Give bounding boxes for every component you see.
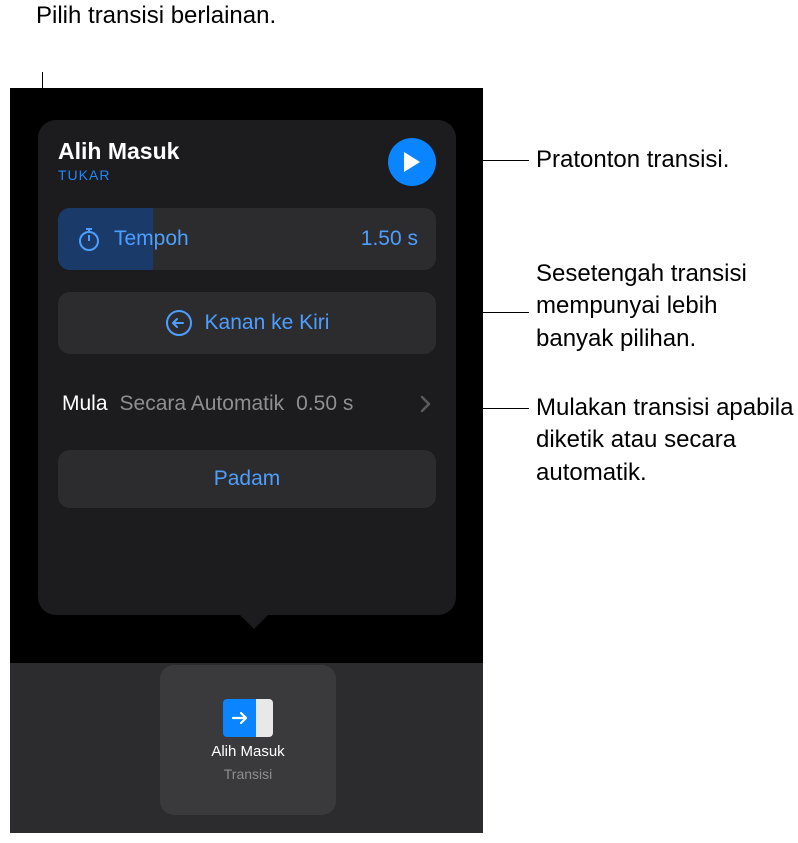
direction-row[interactable]: Kanan ke Kiri bbox=[58, 292, 436, 354]
start-key: Mula bbox=[62, 392, 108, 416]
thumb-subtitle: Transisi bbox=[224, 766, 273, 782]
callout-top-left: Pilih transisi berlainan. bbox=[36, 0, 296, 32]
delete-button[interactable]: Padam bbox=[58, 450, 436, 508]
start-mode: Secara Automatik bbox=[120, 392, 285, 416]
transition-icon bbox=[223, 699, 273, 737]
callout-start: Mulakan transisi apabila diketik atau se… bbox=[536, 392, 794, 489]
popover-title: Alih Masuk bbox=[58, 138, 179, 165]
transition-popover: Alih Masuk TUKAR Tempoh 1.50 s bbox=[38, 120, 456, 615]
duration-label: Tempoh bbox=[114, 227, 349, 251]
slide-thumbnail[interactable]: Alih Masuk Transisi bbox=[160, 665, 336, 815]
start-transition-row[interactable]: Mula Secara Automatik 0.50 s bbox=[58, 382, 436, 426]
play-icon bbox=[402, 151, 422, 173]
start-delay: 0.50 s bbox=[296, 392, 353, 416]
duration-slider-row[interactable]: Tempoh 1.50 s bbox=[58, 208, 436, 270]
chevron-right-icon bbox=[420, 395, 432, 413]
callout-preview: Pratonton transisi. bbox=[536, 144, 729, 176]
duration-value: 1.50 s bbox=[361, 227, 418, 251]
direction-label: Kanan ke Kiri bbox=[205, 311, 330, 335]
preview-play-button[interactable] bbox=[388, 138, 436, 186]
stopwatch-icon bbox=[76, 226, 102, 252]
thumb-title: Alih Masuk bbox=[211, 743, 284, 760]
delete-label: Padam bbox=[214, 467, 281, 491]
arrow-left-circle-icon bbox=[165, 309, 193, 337]
callout-options: Sesetengah transisi mempunyai lebih bany… bbox=[536, 258, 796, 355]
change-transition-button[interactable]: TUKAR bbox=[58, 167, 179, 183]
